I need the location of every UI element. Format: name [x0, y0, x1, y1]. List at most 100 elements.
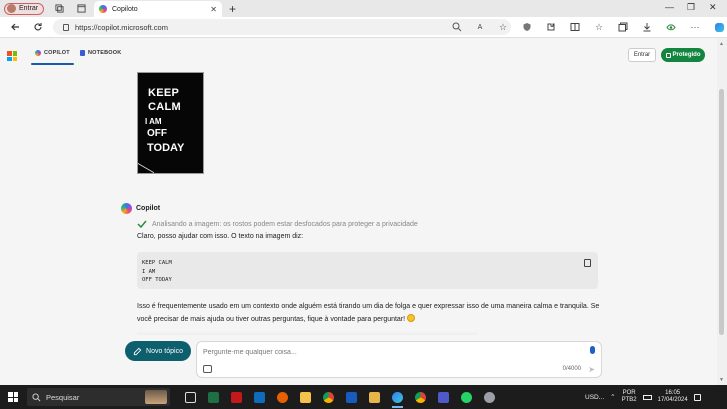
navigation-bar: https://copilot.microsoft.com A ☆ ☆ ···	[0, 17, 727, 38]
uploaded-image[interactable]: KEEP CALM I AM OFF TODAY	[137, 72, 204, 174]
microphone-icon[interactable]	[590, 346, 595, 354]
minimize-icon[interactable]: —	[665, 2, 674, 12]
close-window-icon[interactable]: ✕	[709, 2, 717, 13]
copilot-logo-icon	[121, 203, 132, 214]
collections-icon[interactable]	[616, 20, 630, 34]
sign-in-button[interactable]: Entrar	[628, 48, 656, 62]
tab-copilot-label: COPILOT	[44, 50, 70, 56]
browser-tab-copiloto[interactable]: Copiloto ✕	[94, 1, 222, 17]
notifications-icon[interactable]	[693, 393, 701, 401]
code-block: KEEP CALM I AM OFF TODAY	[137, 252, 598, 289]
poster-line: TODAY	[147, 142, 185, 154]
downloads-icon[interactable]	[640, 20, 654, 34]
folder-icon[interactable]	[366, 389, 383, 405]
chrome-icon[interactable]	[320, 389, 337, 405]
checkmark-icon	[137, 220, 147, 228]
system-tray: USD... ⌃ POR PTB2 16:05 17/04/2024	[585, 390, 701, 404]
word-icon[interactable]	[343, 389, 360, 405]
copilot-page: COPILOT NOTEBOOK Entrar Protegido KEEP C…	[0, 39, 717, 385]
whatsapp-icon[interactable]	[458, 389, 475, 405]
back-icon[interactable]	[8, 20, 22, 34]
edge-icon[interactable]	[389, 389, 406, 408]
refresh-icon[interactable]	[31, 20, 45, 34]
code-line: KEEP CALM	[142, 260, 172, 266]
code-line: I AM	[142, 268, 156, 275]
teams-icon[interactable]	[435, 389, 452, 405]
read-aloud-icon[interactable]: A	[473, 20, 487, 34]
address-bar[interactable]: https://copilot.microsoft.com	[53, 19, 511, 35]
tab-title: Copiloto	[112, 5, 138, 13]
send-icon[interactable]: ➤	[588, 365, 595, 374]
tab-notebook-label: NOTEBOOK	[88, 50, 122, 56]
battery-icon[interactable]	[642, 394, 652, 400]
shield-icon[interactable]	[520, 20, 534, 34]
excel-icon[interactable]	[205, 389, 222, 405]
weather-text[interactable]: USD...	[585, 394, 604, 401]
profile-label: Entrar	[19, 5, 39, 12]
address-bar-icons: A ☆	[450, 20, 510, 34]
file-explorer-icon[interactable]	[297, 389, 314, 405]
poster-line: I AM	[145, 117, 162, 126]
tab-actions-icon[interactable]	[74, 2, 88, 16]
app-icon[interactable]	[481, 389, 498, 405]
code-line: OFF TODAY	[142, 277, 172, 283]
windows-start-icon[interactable]	[8, 392, 18, 402]
chrome-alt-icon[interactable]	[412, 389, 429, 405]
profile-button[interactable]: Entrar	[4, 2, 45, 15]
tab-notebook[interactable]: NOTEBOOK	[80, 50, 121, 56]
favorites-icon[interactable]: ☆	[592, 20, 606, 34]
avatar	[7, 4, 16, 13]
analysis-status: Analisando a imagem: os rostos podem est…	[137, 220, 418, 228]
firefox-icon[interactable]	[274, 389, 291, 405]
search-icon	[32, 392, 41, 401]
clock-date: 17/04/2024	[657, 397, 688, 403]
reply-intro: Claro, posso ajudar com isso. O texto na…	[137, 233, 304, 240]
browser-toolbar: ☆ ···	[520, 20, 726, 34]
lang-top: POR	[622, 390, 636, 396]
new-topic-button[interactable]: Novo tópico	[125, 341, 191, 361]
protected-label: Protegido	[672, 52, 701, 58]
assistant-name: Copilot	[136, 205, 161, 212]
task-view-icon[interactable]	[182, 389, 199, 405]
extensions-icon[interactable]	[544, 20, 558, 34]
protected-shield-icon	[665, 52, 671, 58]
microsoft-logo-icon[interactable]	[7, 51, 17, 61]
lang-bottom: PTB2	[621, 397, 637, 403]
close-tab-icon[interactable]: ✕	[210, 5, 217, 14]
new-topic-label: Novo tópico	[146, 347, 183, 355]
clock[interactable]: 16:05 17/04/2024	[658, 390, 688, 404]
favorite-star-icon[interactable]: ☆	[496, 20, 510, 34]
poster-line: CALM	[148, 101, 181, 113]
outlook-icon[interactable]	[251, 389, 268, 405]
zoom-icon[interactable]	[450, 20, 464, 34]
split-screen-icon[interactable]	[568, 20, 582, 34]
tray-expand-icon[interactable]: ⌃	[610, 393, 615, 401]
chat-input-box: 0/4000 ➤	[196, 341, 602, 378]
taskbar-search[interactable]: Pesquisar	[27, 388, 170, 406]
page-scrollbar[interactable]: ▲ ▼	[717, 39, 727, 385]
scroll-down-icon[interactable]: ▼	[719, 377, 724, 383]
scroll-up-icon[interactable]: ▲	[719, 41, 724, 47]
clock-time: 16:05	[665, 390, 681, 396]
workspaces-icon[interactable]	[52, 2, 66, 16]
chat-input[interactable]	[203, 346, 573, 358]
restore-icon[interactable]: ❐	[687, 2, 695, 13]
more-options-icon[interactable]: ···	[688, 20, 702, 34]
add-image-icon[interactable]	[203, 365, 212, 373]
new-tab-button[interactable]: +	[229, 2, 236, 16]
notebook-icon	[80, 50, 85, 56]
scroll-thumb[interactable]	[719, 89, 724, 335]
lock-icon	[63, 23, 69, 31]
copy-icon[interactable]	[584, 259, 591, 267]
poster-line: KEEP	[148, 87, 180, 99]
copilot-sidebar-icon[interactable]	[712, 20, 726, 34]
acrobat-icon[interactable]	[228, 389, 245, 405]
browser-tab-strip: Entrar Copiloto ✕ + — ❐ ✕	[0, 0, 727, 17]
language-indicator[interactable]: POR PTB2	[622, 390, 637, 404]
reply-body-text: Isso é frequentemente usado em um contex…	[137, 303, 600, 323]
taskbar: Pesquisar USD... ⌃ POR PTB2 16:05 17/04/…	[0, 385, 727, 409]
browser-essentials-icon[interactable]	[664, 20, 678, 34]
protected-badge[interactable]: Protegido	[661, 48, 705, 62]
tab-copilot[interactable]: COPILOT	[31, 50, 74, 65]
copilot-tab-icon	[35, 50, 41, 56]
